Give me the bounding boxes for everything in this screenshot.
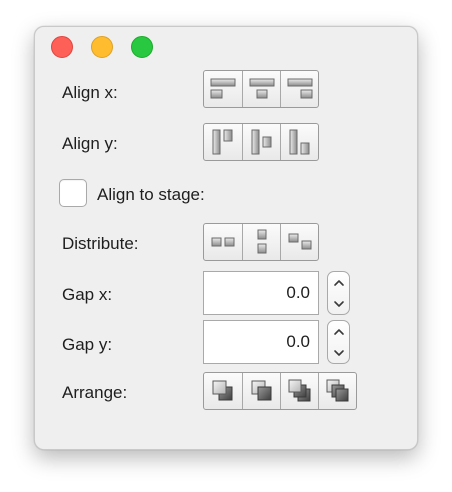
distribute-horizontal-button[interactable] [204, 224, 242, 260]
distribute-label: Distribute: [62, 234, 139, 253]
window-minimize-button[interactable] [91, 36, 113, 58]
gap-x-input[interactable]: 0.0 [203, 271, 319, 315]
gap-x-decrement-button[interactable] [328, 293, 349, 314]
align-to-stage-checkbox[interactable] [59, 179, 87, 207]
align-right-icon [287, 78, 312, 99]
gap-x-stepper[interactable] [327, 271, 350, 315]
gap-y-decrement-button[interactable] [328, 342, 349, 363]
distribute-vertical-icon [257, 229, 266, 254]
send-backward-icon [326, 379, 348, 402]
bring-forward-button[interactable] [280, 373, 318, 409]
align-left-icon [210, 78, 236, 99]
align-panel-window: Align x: Align y: Align to stage: Distri… [34, 26, 418, 450]
align-y-button-group [203, 123, 319, 161]
send-backward-button[interactable] [318, 373, 356, 409]
align-center-horizontal-icon [249, 78, 274, 99]
bring-to-front-icon [212, 380, 233, 401]
distribute-horizontal-icon [211, 237, 235, 247]
align-top-button[interactable] [204, 124, 242, 160]
gap-y-label: Gap y: [62, 335, 113, 354]
chevron-up-icon [333, 279, 344, 286]
align-y-label: Align y: [62, 134, 118, 153]
distribute-diagonal-icon [288, 233, 311, 250]
arrange-label: Arrange: [62, 383, 128, 402]
distribute-diagonal-button[interactable] [280, 224, 318, 260]
align-center-vertical-icon [251, 129, 271, 155]
align-right-button[interactable] [280, 71, 318, 107]
align-center-vertical-button[interactable] [242, 124, 280, 160]
send-to-back-button[interactable] [242, 373, 280, 409]
chevron-up-icon [333, 328, 344, 335]
align-bottom-button[interactable] [280, 124, 318, 160]
gap-y-increment-button[interactable] [328, 321, 349, 342]
chevron-down-icon [333, 300, 344, 307]
align-center-horizontal-button[interactable] [242, 71, 280, 107]
arrange-button-group [203, 372, 357, 410]
gap-y-input[interactable]: 0.0 [203, 320, 319, 364]
align-x-label: Align x: [62, 83, 118, 102]
window-zoom-button[interactable] [131, 36, 153, 58]
chevron-down-icon [333, 349, 344, 356]
distribute-vertical-button[interactable] [242, 224, 280, 260]
gap-y-stepper[interactable] [327, 320, 350, 364]
align-bottom-icon [289, 129, 309, 155]
distribute-button-group [203, 223, 319, 261]
bring-to-front-button[interactable] [204, 373, 242, 409]
window-close-button[interactable] [51, 36, 73, 58]
gap-x-label: Gap x: [62, 285, 113, 304]
gap-x-increment-button[interactable] [328, 272, 349, 293]
align-to-stage-label: Align to stage: [97, 185, 205, 204]
send-to-back-icon [251, 380, 271, 401]
bring-forward-icon [288, 379, 310, 402]
align-left-button[interactable] [204, 71, 242, 107]
align-x-button-group [203, 70, 319, 108]
align-top-icon [212, 129, 233, 155]
